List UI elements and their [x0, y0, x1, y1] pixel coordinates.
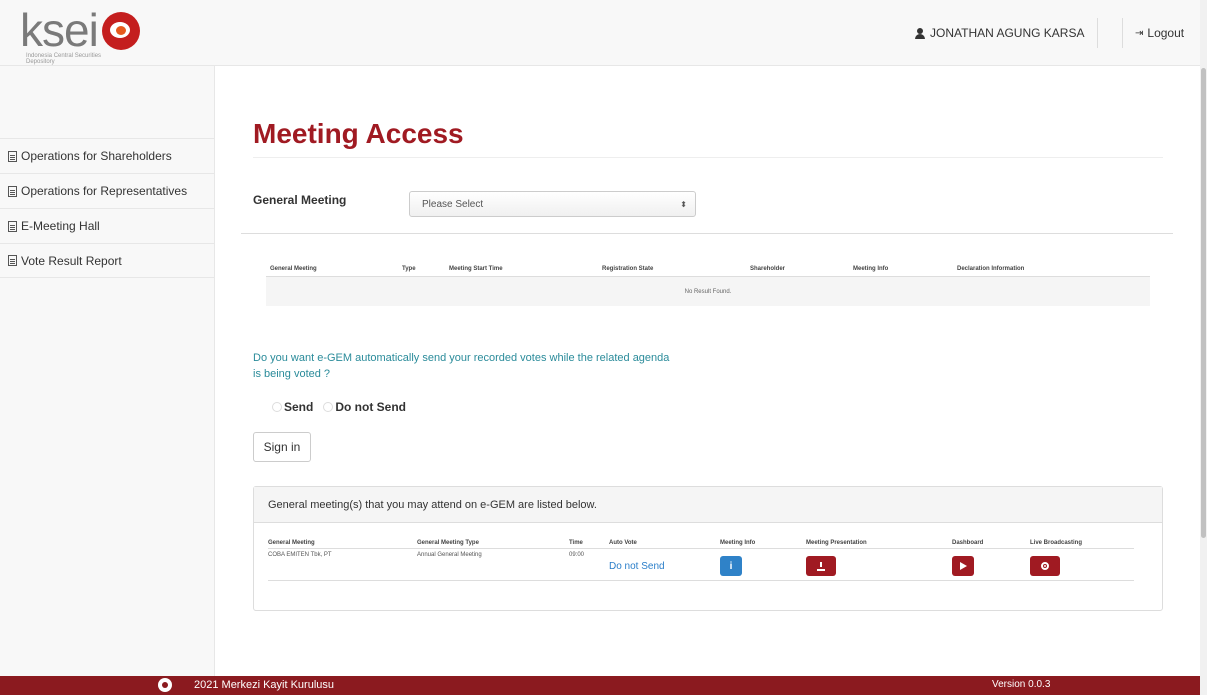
logout-link[interactable]: ⇥ Logout: [1135, 26, 1184, 40]
footer-copyright: 2021 Merkezi Kayit Kurulusu: [194, 679, 335, 691]
divider: [241, 233, 1173, 234]
general-meeting-label: General Meeting: [253, 193, 347, 207]
logout-icon: ⇥: [1135, 27, 1144, 39]
sidebar-item-label: E-Meeting Hall: [21, 219, 100, 233]
radio-label: Do not Send: [335, 400, 407, 414]
radio-label: Send: [284, 400, 314, 414]
sidebar-item-operations-for-shareholders[interactable]: Operations for Shareholders: [0, 138, 215, 173]
sidebar-menu: Operations for Shareholders Operations f…: [0, 138, 215, 278]
sidebar-item-label: Operations for Representatives: [21, 184, 188, 198]
column-header: Meeting Start Time: [449, 266, 503, 272]
column-header: Meeting Presentation: [806, 539, 867, 546]
general-meeting-select[interactable]: Please Select ⬍: [409, 191, 696, 217]
footer-logo-icon: [158, 678, 172, 692]
download-icon: [817, 562, 825, 571]
sidebar-item-label: Vote Result Report: [21, 253, 122, 268]
scrollbar-thumb[interactable]: [1201, 68, 1206, 538]
meeting-info-button[interactable]: i: [720, 556, 742, 576]
auto-vote-question: Do you want e-GEM automatically send you…: [253, 352, 670, 380]
scrollbar-track[interactable]: [1200, 0, 1207, 695]
page-title: Meeting Access: [253, 118, 464, 149]
info-icon: i: [729, 560, 733, 572]
divider: [1097, 18, 1098, 48]
panel-heading: General meeting(s) that you may attend o…: [254, 487, 1162, 523]
top-navbar: ksei Indonesia Central Securities Deposi…: [0, 0, 1200, 66]
column-header: Registration State: [602, 266, 654, 272]
column-header: Dashboard: [952, 539, 984, 546]
document-icon: [8, 220, 17, 232]
sidebar-item-e-meeting-hall[interactable]: E-Meeting Hall: [0, 208, 215, 243]
divider: [253, 157, 1163, 158]
column-header: Auto Vote: [609, 539, 637, 546]
sidebar-item-label: Operations for Shareholders: [21, 149, 172, 163]
results-table: General Meeting Type Meeting Start Time …: [266, 262, 1150, 306]
ksei-logo[interactable]: ksei Indonesia Central Securities Deposi…: [20, 4, 140, 65]
sidebar-item-operations-for-representatives[interactable]: Operations for Representatives: [0, 173, 215, 208]
logo-mark-icon: [101, 12, 140, 50]
record-icon: [1041, 562, 1049, 570]
table-row: COBA EMITEN Tbk, PT Annual General Meeti…: [268, 549, 1134, 581]
user-menu[interactable]: JONATHAN AGUNG KARSA: [915, 26, 1084, 40]
column-header: Meeting Info: [853, 266, 889, 272]
auto-vote-link[interactable]: Do not Send: [609, 552, 665, 572]
document-icon: [8, 185, 17, 197]
logout-label: Logout: [1147, 26, 1185, 40]
column-header: Shareholder: [750, 266, 786, 272]
meetings-table: General Meeting General Meeting Type Tim…: [268, 537, 1134, 581]
logo-text: ksei: [20, 4, 99, 56]
column-header: Live Broadcasting: [1030, 539, 1083, 546]
select-caret-icon: ⬍: [680, 200, 687, 209]
main-content: Meeting Access General Meeting Please Se…: [216, 66, 1200, 676]
user-name: JONATHAN AGUNG KARSA: [930, 26, 1085, 40]
meeting-presentation-button[interactable]: [806, 556, 836, 576]
select-value: Please Select: [422, 199, 484, 210]
column-header: Type: [402, 266, 416, 272]
radio-send[interactable]: Send: [272, 400, 313, 414]
empty-results-row: No Result Found.: [266, 276, 1150, 306]
column-header: General Meeting: [270, 266, 317, 272]
footer-version: Version 0.0.3: [992, 679, 1051, 690]
sidebar-item-vote-result-report[interactable]: Vote Result Report: [0, 243, 215, 278]
column-header: Declaration Information: [957, 266, 1025, 272]
column-header: Meeting Info: [720, 539, 756, 546]
meeting-time: 09:00: [569, 552, 585, 558]
meeting-type: Annual General Meeting: [417, 552, 482, 558]
sidebar: Operations for Shareholders Operations f…: [0, 66, 215, 676]
document-icon: [8, 150, 17, 162]
document-icon: [8, 255, 17, 266]
live-broadcasting-button[interactable]: [1030, 556, 1060, 576]
column-header: Time: [569, 539, 583, 546]
radio-do-not-send[interactable]: Do not Send: [323, 400, 406, 414]
user-icon: [915, 27, 925, 39]
footer: 2021 Merkezi Kayit Kurulusu Version 0.0.…: [0, 676, 1200, 695]
dashboard-button[interactable]: [952, 556, 974, 576]
table-header: General Meeting Type Meeting Start Time …: [266, 262, 1150, 276]
egem-meetings-panel: General meeting(s) that you may attend o…: [253, 486, 1163, 611]
radio-button[interactable]: [272, 402, 282, 412]
sign-in-button[interactable]: Sign in: [253, 432, 311, 462]
auto-vote-radio-group: Send Do not Send: [272, 400, 406, 414]
divider: [1122, 18, 1123, 48]
radio-button[interactable]: [323, 402, 334, 412]
column-header: General Meeting Type: [417, 539, 479, 546]
logo-subtitle: Indonesia Central Securities Depository: [26, 53, 102, 65]
column-header: General Meeting: [268, 539, 315, 546]
table-header: General Meeting General Meeting Type Tim…: [268, 537, 1134, 549]
play-icon: [959, 562, 967, 570]
meeting-name: COBA EMITEN Tbk, PT: [268, 552, 332, 558]
